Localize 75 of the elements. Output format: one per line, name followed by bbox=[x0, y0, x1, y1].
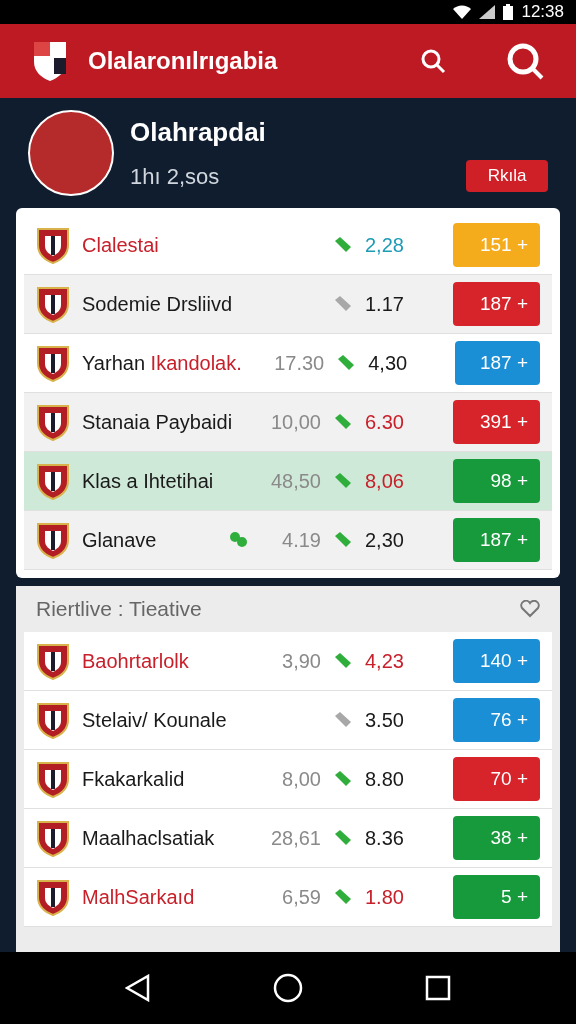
clock-text: 12:38 bbox=[521, 1, 564, 24]
odds-text: 8,06 bbox=[365, 469, 405, 494]
team-row[interactable]: Klas a Ihtetihai 48,50 8,06 98 + bbox=[24, 452, 552, 511]
team-name: Baohrtarlolk bbox=[82, 649, 189, 674]
crest-icon bbox=[36, 819, 70, 857]
value-text: 48,50 bbox=[269, 469, 321, 494]
profile-subtitle: 1hı 2,sos bbox=[130, 163, 221, 191]
odds-text: 1.80 bbox=[365, 885, 405, 910]
pick-button[interactable]: 187 + bbox=[453, 518, 540, 562]
value-text: 8,00 bbox=[281, 767, 321, 792]
odds-text: 1.17 bbox=[365, 292, 405, 317]
pick-button[interactable]: 70 + bbox=[453, 757, 540, 801]
back-icon[interactable] bbox=[125, 974, 151, 1002]
team-name: Sodemie Drsliivd bbox=[82, 292, 233, 317]
team-name: Fkakarkalid bbox=[82, 767, 185, 792]
crest-icon bbox=[36, 701, 70, 739]
search-icon[interactable] bbox=[420, 48, 446, 74]
pick-button[interactable]: 98 + bbox=[453, 459, 540, 503]
value-text: 6,59 bbox=[281, 885, 321, 910]
battery-icon bbox=[503, 4, 514, 20]
odds-text: 4,23 bbox=[365, 649, 405, 674]
team-name: MalhSarkaıd bbox=[82, 885, 195, 910]
team-row[interactable]: Stelaiv/ Kounale 3.50 76 + bbox=[24, 691, 552, 750]
crest-icon bbox=[36, 285, 70, 323]
odds-text: 4,30 bbox=[368, 351, 409, 376]
team-row[interactable]: Stanaia Paybaidi 10,00 6.30 391 + bbox=[24, 393, 552, 452]
team-row[interactable]: Fkakarkalid 8,00 8.80 70 + bbox=[24, 750, 552, 809]
crest-icon bbox=[36, 760, 70, 798]
team-row[interactable]: Sodemie Drsliivd 1.17 187 + bbox=[24, 275, 552, 334]
app-title: Olalaronılrıgabia bbox=[88, 46, 279, 76]
value-text: 28,61 bbox=[269, 826, 321, 851]
crest-icon bbox=[36, 878, 70, 916]
team-name: Glanave bbox=[82, 528, 157, 553]
shield-logo-icon bbox=[32, 40, 68, 82]
profile-button[interactable]: Rkıla bbox=[466, 160, 548, 192]
team-row[interactable]: Baohrtarlolk 3,90 4,23 140 + bbox=[24, 632, 552, 691]
team-name: Maalhaclsatiak bbox=[82, 826, 215, 851]
crest-icon bbox=[36, 226, 70, 264]
heart-icon[interactable] bbox=[520, 600, 540, 618]
crest-icon bbox=[36, 642, 70, 680]
wifi-icon bbox=[453, 5, 472, 19]
team-row[interactable]: Glanave 4.19 2,30 187 + bbox=[24, 511, 552, 570]
odds-text: 3.50 bbox=[365, 708, 405, 733]
team-row[interactable]: Maalhaclsatiak 28,61 8.36 38 + bbox=[24, 809, 552, 868]
odds-text: 2,30 bbox=[365, 528, 405, 553]
value-text: 4.19 bbox=[281, 528, 321, 553]
pick-button[interactable]: 187 + bbox=[453, 282, 540, 326]
pick-button[interactable]: 140 + bbox=[453, 639, 540, 683]
pick-button[interactable]: 38 + bbox=[453, 816, 540, 860]
crest-icon bbox=[36, 521, 70, 559]
value-text: 3,90 bbox=[281, 649, 321, 674]
value-text: 17.30 bbox=[273, 351, 325, 376]
pick-button[interactable]: 76 + bbox=[453, 698, 540, 742]
team-name: Klas a Ihtetihai bbox=[82, 469, 214, 494]
odds-text: 6.30 bbox=[365, 410, 405, 435]
signal-icon bbox=[479, 5, 496, 19]
pick-button[interactable]: 187 + bbox=[454, 341, 540, 385]
odds-text: 8.36 bbox=[365, 826, 405, 851]
pick-button[interactable]: 391 + bbox=[453, 400, 540, 444]
team-name: Clalestai bbox=[82, 233, 159, 258]
team-name: Stelaiv/ Kounale bbox=[82, 708, 227, 733]
crest-icon bbox=[36, 462, 70, 500]
section-title: Riertlive : Tieative bbox=[36, 596, 202, 623]
team-name: Stanaia Paybaidi bbox=[82, 410, 233, 435]
profile-name: Olahrapdai bbox=[130, 116, 267, 149]
value-text: 10,00 bbox=[269, 410, 321, 435]
recents-icon[interactable] bbox=[425, 975, 451, 1001]
team-name: Yarhan Ikandolak. bbox=[82, 351, 242, 376]
team-row[interactable]: MalhSarkaıd 6,59 1.80 5 + bbox=[24, 868, 552, 927]
odds-text: 8.80 bbox=[365, 767, 405, 792]
home-icon[interactable] bbox=[273, 973, 303, 1003]
odds-text: 2,28 bbox=[365, 233, 405, 258]
crest-icon bbox=[36, 344, 70, 382]
pick-button[interactable]: 5 + bbox=[453, 875, 540, 919]
crest-icon bbox=[36, 403, 70, 441]
